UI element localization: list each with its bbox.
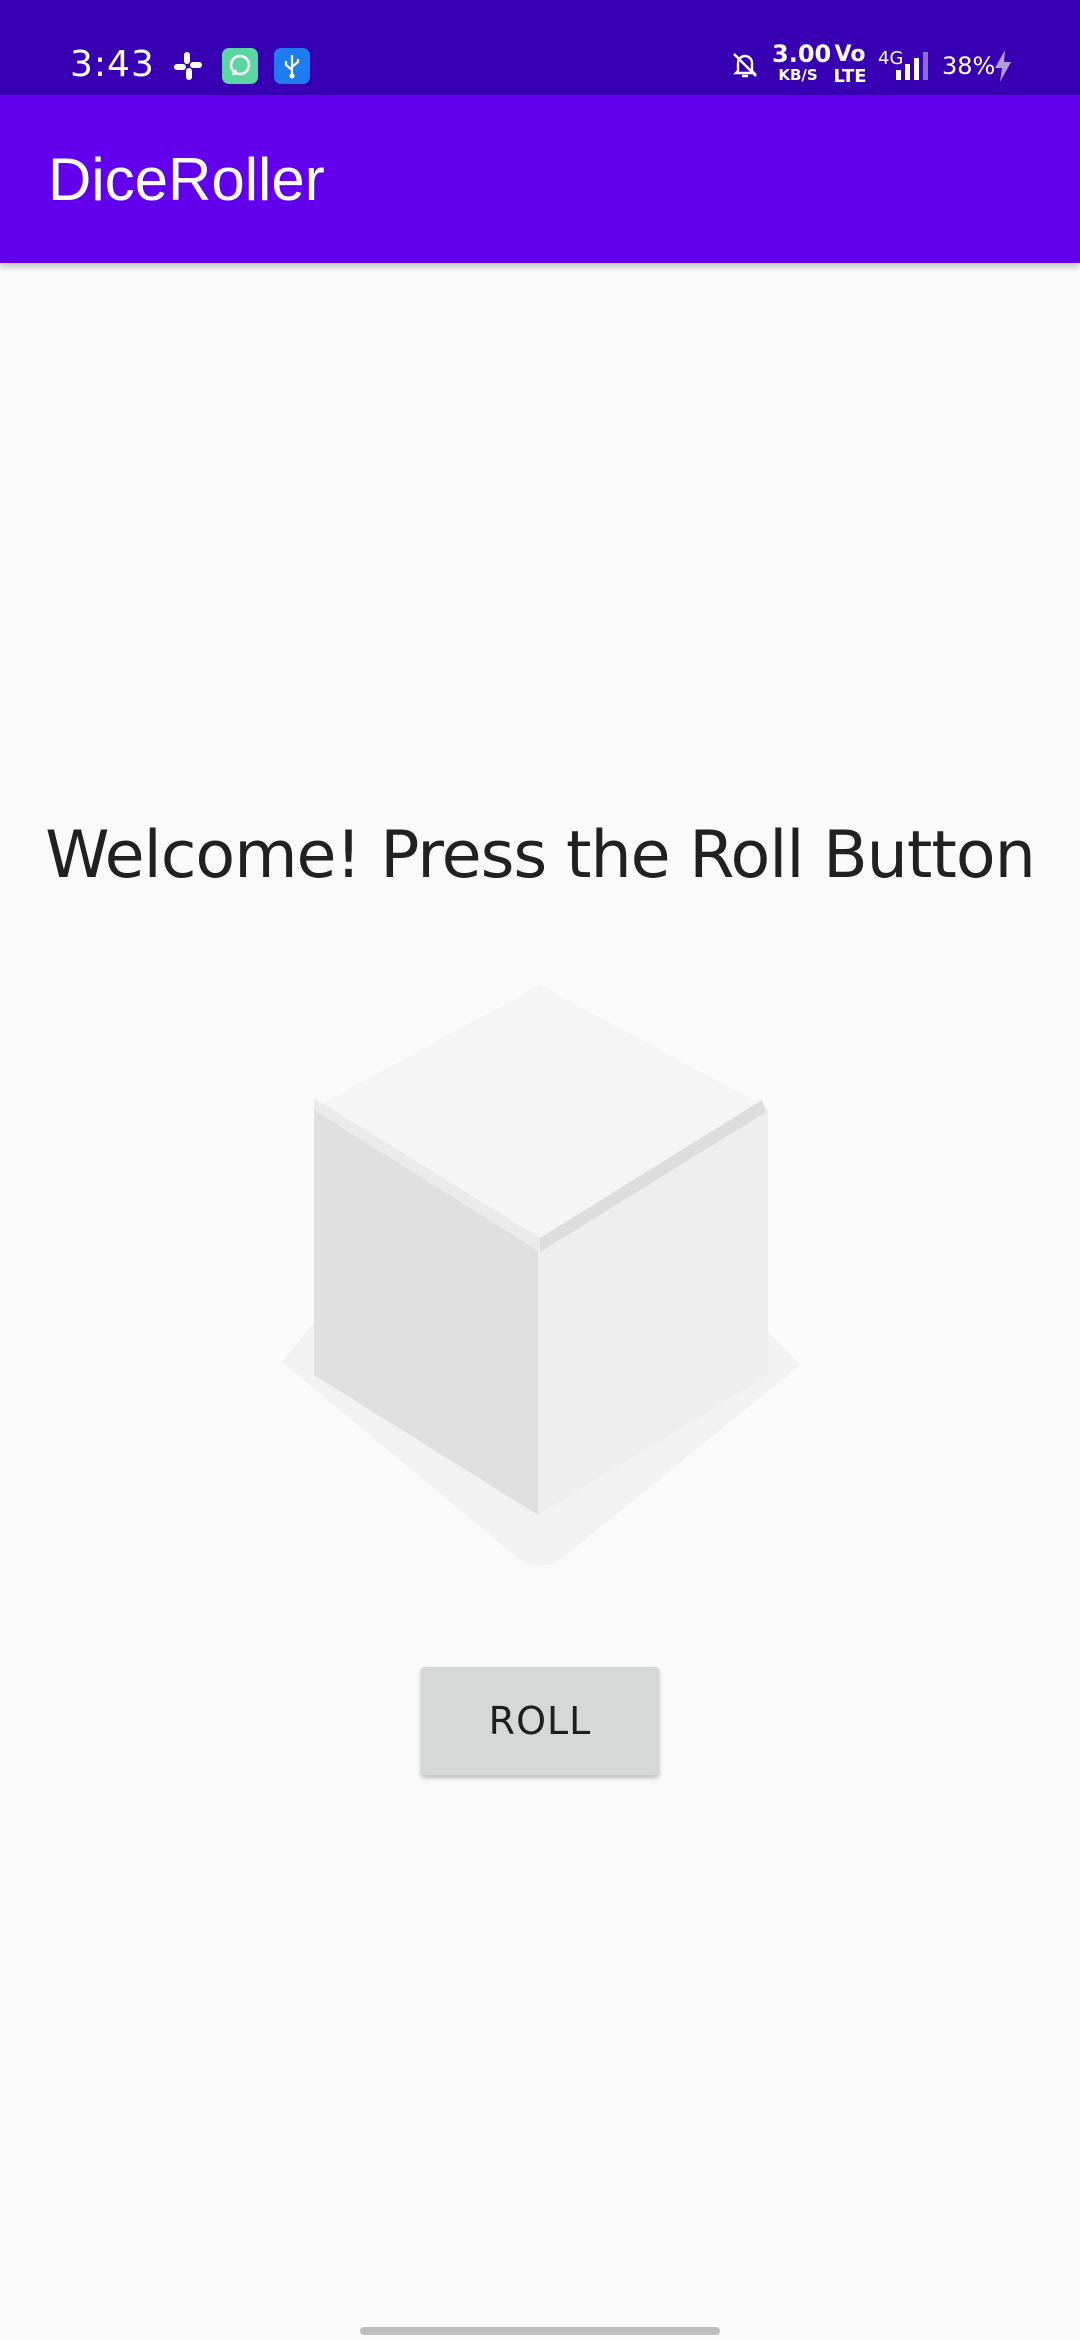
battery-percentage: 38% [942, 52, 996, 80]
bell-off-icon [733, 53, 757, 78]
network-speed-value: 3.00 [772, 40, 832, 68]
home-indicator[interactable] [360, 2327, 720, 2335]
slack-icon [174, 52, 202, 80]
status-time: 3:43 [70, 44, 155, 85]
chat-app-icon [222, 48, 258, 84]
app-title: DiceRoller [48, 146, 325, 213]
network-speed: 3.00 KB/S [772, 40, 832, 84]
welcome-text: Welcome! Press the Roll Button [45, 818, 1036, 893]
volte-bottom: LTE [833, 66, 867, 87]
signal-icon [896, 52, 928, 80]
status-bar: 3:43 3.00 KB/S Vo LTE 4G 38% [0, 0, 1080, 95]
app-bar: DiceRoller [0, 95, 1080, 263]
volte-indicator: Vo LTE [832, 44, 868, 86]
usb-icon [274, 48, 310, 84]
charging-icon [995, 50, 1011, 82]
roll-button[interactable]: ROLL [421, 1667, 659, 1775]
volte-top: Vo [834, 42, 866, 67]
network-speed-unit: KB/S [778, 66, 818, 84]
dice-image [282, 985, 800, 1566]
